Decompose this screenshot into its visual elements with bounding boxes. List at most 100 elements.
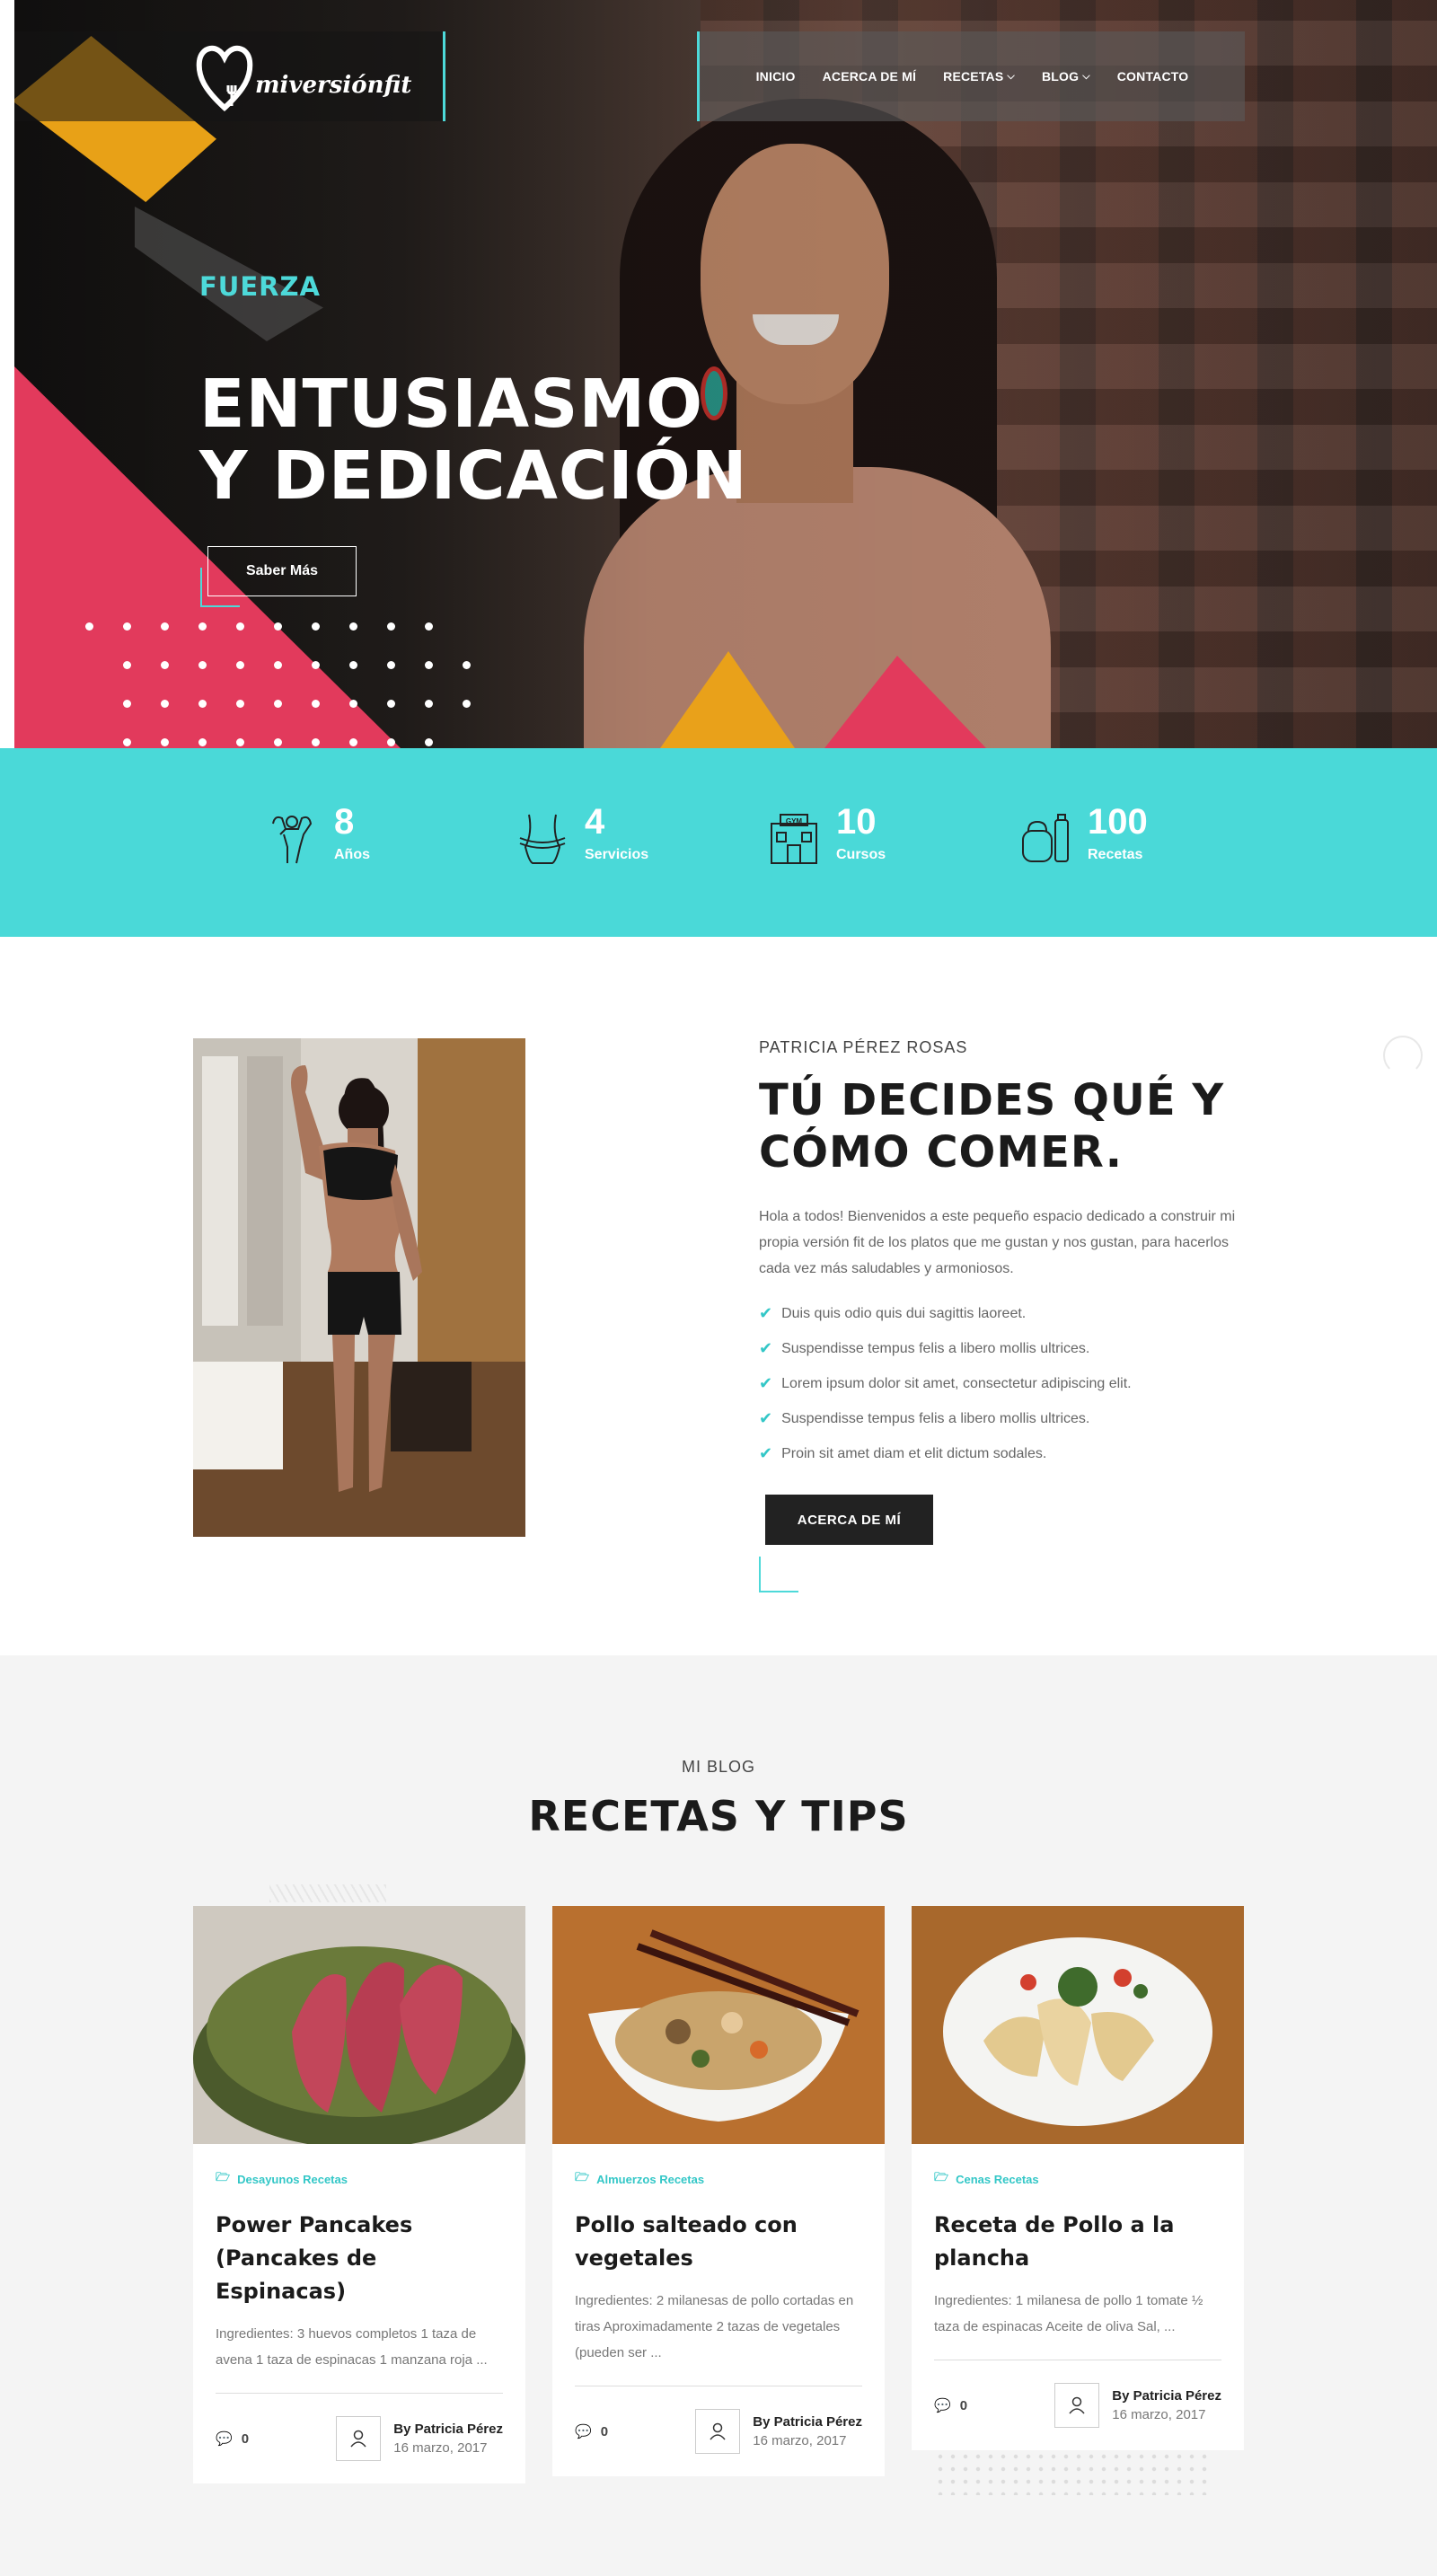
- nav-item-recetas[interactable]: RECETAS ⌵: [943, 69, 1015, 84]
- acerca-de-mi-button[interactable]: ACERCA DE MÍ: [765, 1495, 933, 1545]
- decor-dot: [349, 700, 357, 708]
- stat-number: 10: [836, 802, 877, 842]
- author-name[interactable]: By Patricia Pérez: [1112, 2388, 1221, 2404]
- stat-number: 4: [585, 802, 605, 842]
- blog-card[interactable]: 🗁 Cenas Recetas Receta de Pollo a la plan…: [912, 1906, 1244, 2450]
- decor-dot: [161, 738, 169, 746]
- hero-title-line1: ENTUSIASMO: [199, 366, 703, 443]
- post-thumbnail-pancakes[interactable]: [193, 1906, 525, 2144]
- avatar: [1054, 2383, 1100, 2428]
- check-icon: ✔: [759, 1304, 773, 1322]
- decor-dot: [274, 622, 282, 631]
- list-item: ✔ Suspendisse tempus felis a libero molli…: [759, 1331, 1132, 1366]
- post-title[interactable]: Pollo salteado con vegetales: [575, 2209, 862, 2275]
- waist-measure-icon: [519, 814, 566, 864]
- stat-text: 100 Recetas: [1088, 802, 1148, 863]
- decor-dot: [349, 738, 357, 746]
- comments-count[interactable]: 💬 0: [216, 2430, 249, 2448]
- site-logo[interactable]: miversiónfit: [196, 36, 411, 117]
- post-category[interactable]: 🗁 Desayunos Recetas: [216, 2169, 503, 2189]
- stat-label: Servicios: [585, 847, 649, 862]
- nav-item-inicio[interactable]: INICIO: [756, 69, 796, 84]
- card-body: 🗁 Almuerzos Recetas Pollo salteado con ve…: [552, 2144, 885, 2476]
- about-feature-list: ✔ Duis quis odio quis dui sagittis laoree…: [759, 1296, 1132, 1471]
- blog-card[interactable]: 🗁 Desayunos Recetas Power Pancakes (Panca…: [193, 1906, 525, 2483]
- decor-dot: [463, 700, 471, 708]
- decor-dot: [349, 661, 357, 669]
- kettlebell-bottle-icon: [1022, 814, 1069, 862]
- scroll-to-top-button[interactable]: [1383, 1036, 1423, 1075]
- comments-number: 0: [959, 2397, 968, 2413]
- decor-dot: [161, 622, 169, 631]
- stats-band: 8 Años 4 Servicios GYM 10 Cursos 100 Rec…: [0, 748, 1437, 937]
- decor-dot: [425, 622, 433, 631]
- list-item-text: Duis quis odio quis dui sagittis laoreet…: [781, 1305, 1027, 1321]
- grilled-chicken-photo: [912, 1906, 1244, 2144]
- post-category[interactable]: 🗁 Cenas Recetas: [934, 2169, 1221, 2189]
- hero-subtitle: FUERZA: [199, 271, 321, 302]
- hero-title-line2: Y DEDICACIÓN: [199, 437, 748, 515]
- decor-dot: [274, 700, 282, 708]
- post-title[interactable]: Receta de Pollo a la plancha: [934, 2209, 1221, 2275]
- saber-mas-button[interactable]: Saber Más: [207, 546, 357, 596]
- folder-icon: 🗁: [575, 2170, 590, 2183]
- about-section: PATRICIA PÉREZ ROSAS TÚ DECIDES QUÉ Y CÓ…: [0, 937, 1437, 1655]
- stat-number: 8: [334, 802, 355, 842]
- decor-dot: [123, 622, 131, 631]
- comments-count[interactable]: 💬 0: [575, 2423, 608, 2440]
- hero-section: miversiónfit INICIO ACERCA DE MÍ RECETAS…: [0, 0, 1437, 748]
- blog-card[interactable]: 🗁 Almuerzos Recetas Pollo salteado con ve…: [552, 1906, 885, 2476]
- stir-fry-photo: [552, 1906, 885, 2144]
- author-info: By Patricia Pérez 16 marzo, 2017: [753, 2414, 862, 2448]
- decor-dot: [198, 622, 207, 631]
- decor-dot: [312, 661, 320, 669]
- decor-dot: [425, 661, 433, 669]
- decor-dot: [123, 700, 131, 708]
- avatar: [695, 2409, 741, 2454]
- about-photo: [193, 1038, 525, 1537]
- logo-text: miversiónfit: [255, 72, 412, 99]
- nav-item-contacto[interactable]: CONTACTO: [1117, 69, 1189, 84]
- decor-dot: [349, 622, 357, 631]
- post-thumbnail-pollo-salteado[interactable]: [552, 1906, 885, 2144]
- list-item-text: Lorem ipsum dolor sit amet, consectetur …: [781, 1375, 1132, 1391]
- about-intro-text: Hola a todos! Bienvenidos a este pequeño…: [759, 1209, 1236, 1276]
- decor-dot: [387, 738, 395, 746]
- decor-dot-grid: [934, 2450, 1212, 2495]
- check-icon: ✔: [759, 1409, 773, 1427]
- post-date: 16 marzo, 2017: [1112, 2407, 1206, 2422]
- chevron-down-icon: ⌵: [1082, 70, 1090, 82]
- decor-dot: [236, 622, 244, 631]
- list-item-text: Suspendisse tempus felis a libero mollis…: [781, 1340, 1090, 1356]
- decor-dot: [123, 738, 131, 746]
- decor-dot: [236, 738, 244, 746]
- category-label: Cenas Recetas: [956, 2172, 1039, 2186]
- category-label: Desayunos Recetas: [237, 2172, 348, 2186]
- stat-item: 4 Servicios: [516, 802, 648, 865]
- post-title[interactable]: Power Pancakes (Pancakes de Espinacas): [216, 2209, 503, 2308]
- nav-item-blog[interactable]: BLOG ⌵: [1042, 69, 1090, 84]
- list-item: ✔ Proin sit amet diam et elit dictum soda…: [759, 1436, 1132, 1471]
- blog-section: MI BLOG RECETAS Y TIPS 🗁 Desayunos Receta…: [0, 1655, 1437, 2576]
- author-info: By Patricia Pérez 16 marzo, 2017: [1112, 2388, 1221, 2422]
- stat-text: 10 Cursos: [836, 802, 886, 863]
- comment-icon: 💬: [216, 2431, 233, 2447]
- post-author: By Patricia Pérez 16 marzo, 2017: [1054, 2383, 1221, 2428]
- heart-fork-logo-icon: [196, 46, 253, 112]
- stat-label: Cursos: [836, 847, 886, 862]
- post-date: 16 marzo, 2017: [753, 2433, 847, 2448]
- comment-icon: 💬: [575, 2424, 592, 2439]
- post-thumbnail-pollo-plancha[interactable]: [912, 1906, 1244, 2144]
- check-icon: ✔: [759, 1374, 773, 1392]
- about-button-decoration: [759, 1557, 798, 1592]
- nav-item-acerca[interactable]: ACERCA DE MÍ: [823, 69, 917, 84]
- post-category[interactable]: 🗁 Almuerzos Recetas: [575, 2169, 862, 2189]
- card-footer: 💬 0 By Patricia Pérez 16 marzo, 2017: [934, 2383, 1221, 2428]
- author-name[interactable]: By Patricia Pérez: [753, 2414, 862, 2430]
- decor-dot: [425, 700, 433, 708]
- folder-icon: 🗁: [934, 2170, 949, 2183]
- author-name[interactable]: By Patricia Pérez: [393, 2422, 503, 2437]
- card-body: 🗁 Cenas Recetas Receta de Pollo a la plan…: [912, 2144, 1244, 2450]
- comments-count[interactable]: 💬 0: [934, 2397, 968, 2414]
- card-footer: 💬 0 By Patricia Pérez 16 marzo, 2017: [216, 2416, 503, 2461]
